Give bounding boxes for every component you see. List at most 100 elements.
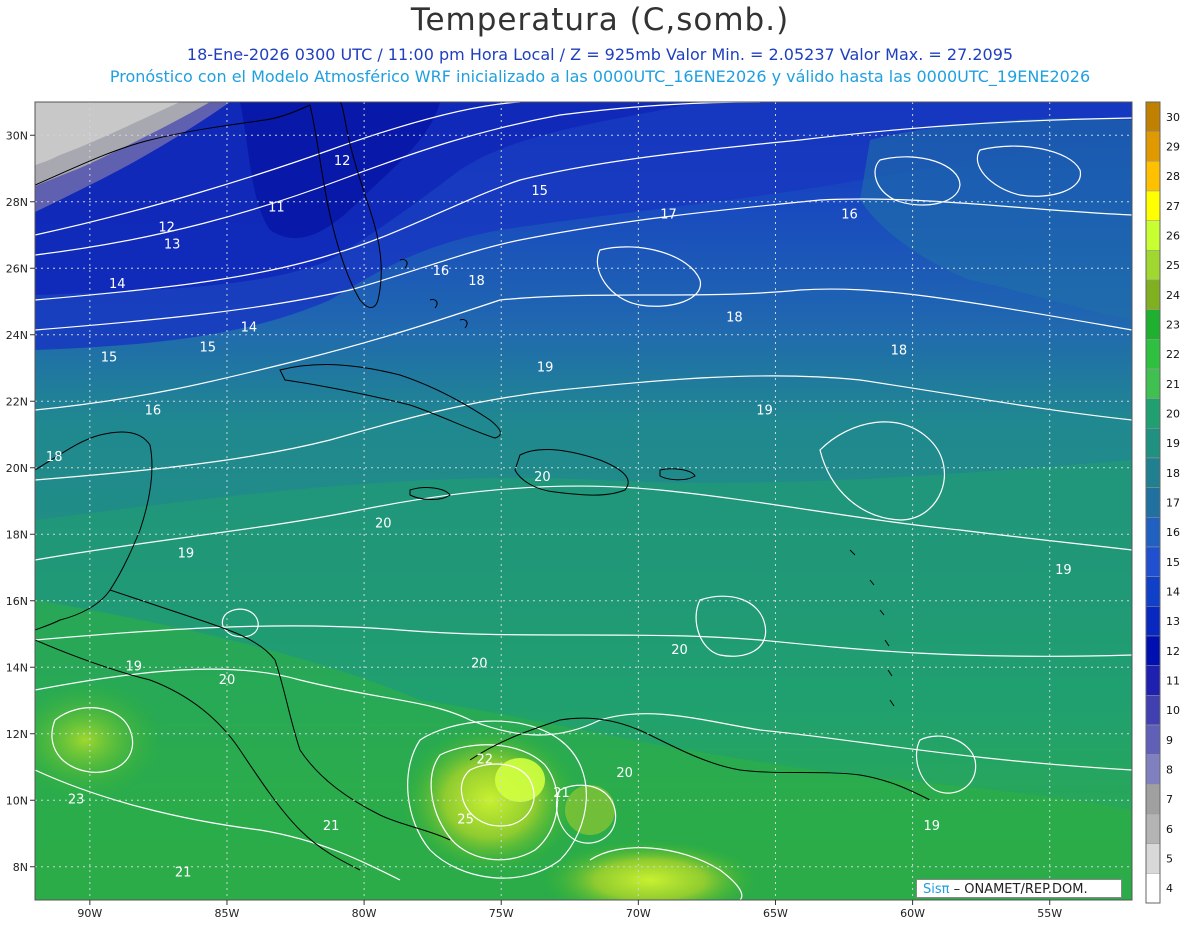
colorbar-label: 24: [1166, 289, 1180, 302]
x-tick-label: 85W: [215, 907, 240, 920]
contour-label: 18: [891, 344, 908, 359]
y-tick-label: 26N: [6, 262, 28, 275]
colorbar-label: 15: [1166, 556, 1180, 569]
temperature-map: 90W 85W 80W 75W 70W 65W 60W 55W 8N 10N 12N 14N 16N 1…: [6, 101, 1180, 920]
colorbar-swatch: [1145, 813, 1161, 844]
colorbar-label: 5: [1166, 853, 1173, 866]
contour-label: 19: [1055, 563, 1072, 578]
colorbar-swatch: [1145, 131, 1161, 162]
colorbar-label: 22: [1166, 348, 1180, 361]
colorbar-label: 13: [1166, 615, 1180, 628]
contour-label: 20: [375, 517, 392, 532]
x-tick-label: 55W: [1037, 907, 1062, 920]
colorbar-label: 16: [1166, 526, 1180, 539]
y-tick-label: 16N: [6, 595, 28, 608]
colorbar-label: 12: [1166, 645, 1180, 658]
y-tick-label: 30N: [6, 129, 28, 142]
colorbar-label: 10: [1166, 704, 1180, 717]
colorbar-swatch: [1145, 220, 1161, 251]
x-tick-label: 75W: [489, 907, 514, 920]
colorbar-label: 20: [1166, 408, 1180, 421]
colorbar-label: 14: [1166, 586, 1180, 599]
colorbar-label: 27: [1166, 200, 1180, 213]
colorbar-swatch: [1145, 695, 1161, 726]
colorbar-label: 29: [1166, 141, 1180, 154]
contour-label: 12: [334, 154, 351, 169]
credit-brand: Sisπ: [923, 882, 950, 897]
contour-label: 13: [164, 237, 181, 252]
colorbar-label: 8: [1166, 764, 1173, 777]
colorbar-swatch: [1145, 279, 1161, 310]
y-tick-label: 18N: [6, 528, 28, 541]
contour-label: 12: [158, 221, 175, 236]
colorbar-label: 30: [1166, 111, 1180, 124]
colorbar-label: 26: [1166, 230, 1180, 243]
contour-label: 15: [200, 340, 217, 355]
contour-label: 21: [323, 819, 340, 834]
contour-label: 23: [68, 793, 85, 808]
colorbar-label: 25: [1166, 259, 1180, 272]
contour-label: 16: [145, 404, 162, 419]
x-tick-label: 80W: [352, 907, 377, 920]
colorbar-swatch: [1145, 873, 1161, 904]
contour-label: 17: [660, 207, 677, 222]
x-tick-label: 65W: [763, 907, 788, 920]
colorbar-swatch: [1145, 517, 1161, 548]
colorbar-label: 9: [1166, 734, 1173, 747]
colorbar-label: 6: [1166, 823, 1173, 836]
colorbar-swatch: [1145, 754, 1161, 785]
contour-label: 15: [531, 184, 548, 199]
contour-label: 20: [471, 656, 488, 671]
contour-label: 22: [476, 753, 493, 768]
colorbar-swatch: [1145, 398, 1161, 429]
contour-label: 20: [219, 673, 236, 688]
colorbar-swatch: [1145, 250, 1161, 281]
colorbar-swatch: [1145, 457, 1161, 488]
contour-label: 15: [101, 350, 118, 365]
colorbar-label: 17: [1166, 497, 1180, 510]
y-tick-label: 14N: [6, 661, 28, 674]
contour-label: 16: [433, 264, 450, 279]
colorbar-swatch: [1145, 606, 1161, 637]
x-tick-label: 70W: [626, 907, 651, 920]
colorbar-swatch: [1145, 487, 1161, 518]
contour-label: 20: [534, 470, 551, 485]
contour-label: 14: [241, 320, 258, 335]
y-tick-label: 12N: [6, 728, 28, 741]
colorbar-swatch: [1145, 665, 1161, 696]
colorbar-swatch: [1145, 309, 1161, 340]
credit-text: – ONAMET/REP.DOM.: [949, 882, 1088, 897]
x-tick-label: 90W: [77, 907, 102, 920]
y-tick-label: 20N: [6, 462, 28, 475]
contour-label: 20: [671, 643, 688, 658]
colorbar-label: 7: [1166, 793, 1173, 806]
y-tick-label: 24N: [6, 329, 28, 342]
contour-label: 19: [537, 360, 554, 375]
colorbar-label: 21: [1166, 378, 1180, 391]
contour-label: 19: [924, 819, 941, 834]
colorbar-swatch: [1145, 190, 1161, 221]
contour-label: 18: [468, 274, 485, 289]
colorbar-label: 4: [1166, 882, 1173, 895]
y-axis: 8N 10N 12N 14N 16N 18N 20N 22N 24N 26N 28N 30N: [6, 129, 35, 874]
y-tick-label: 22N: [6, 395, 28, 408]
colorbar-swatch: [1145, 161, 1161, 192]
colorbar-swatch: [1145, 635, 1161, 666]
y-tick-label: 8N: [13, 861, 28, 874]
colorbar-swatch: [1145, 843, 1161, 874]
colorbar-swatch: [1145, 368, 1161, 399]
contour-label: 25: [457, 813, 474, 828]
contour-label: 21: [553, 786, 570, 801]
colorbar-label: 23: [1166, 319, 1180, 332]
contour-label: 19: [125, 660, 142, 675]
contour-label: 18: [46, 450, 63, 465]
colorbar-swatch: [1145, 339, 1161, 370]
x-tick-label: 60W: [900, 907, 925, 920]
colorbar-swatch: [1145, 576, 1161, 607]
contour-label: 19: [178, 547, 195, 562]
colorbar-swatch: [1145, 428, 1161, 459]
colorbar-swatch: [1145, 724, 1161, 755]
contour-label: 16: [841, 207, 858, 222]
contour-label: 14: [109, 277, 126, 292]
contour-label: 20: [616, 766, 633, 781]
